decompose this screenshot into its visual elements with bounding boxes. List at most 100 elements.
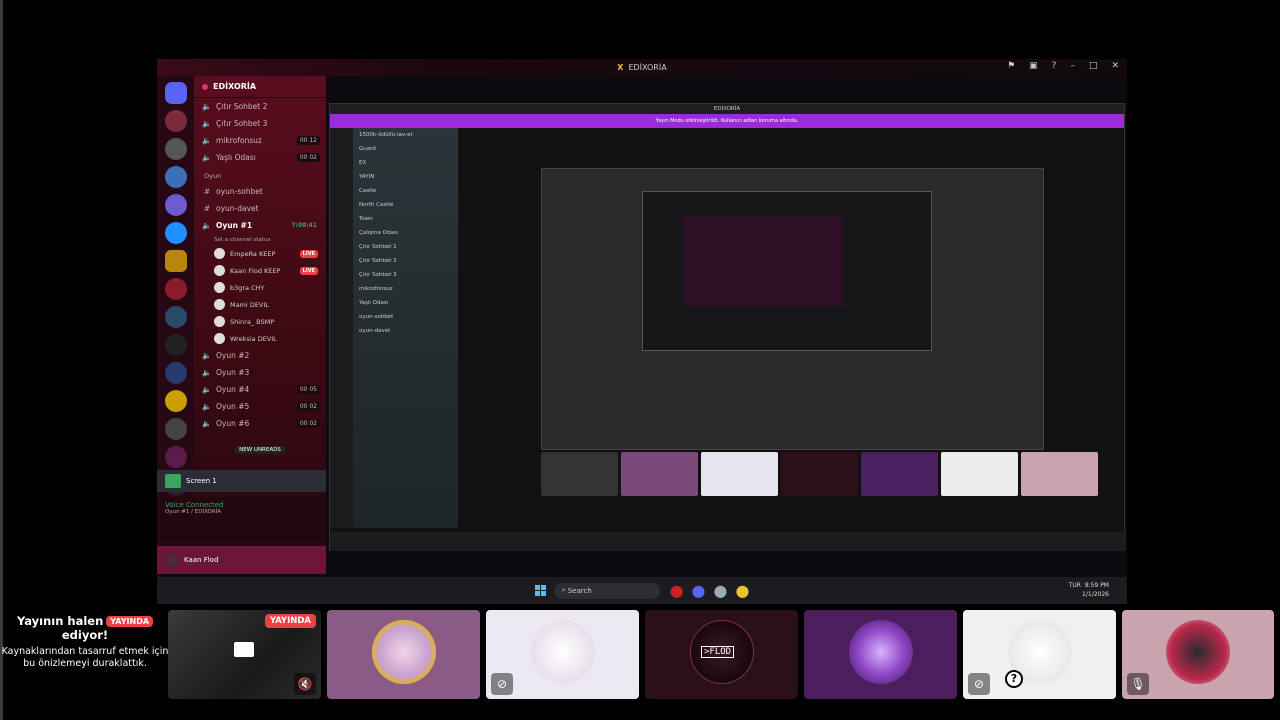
captured-window-title: EDİXORİA	[628, 63, 667, 72]
participant-tile[interactable]	[327, 610, 480, 699]
streamer-mode-banner: Yayın Modu etkinleştirildi. Kullanıcı ad…	[330, 114, 1124, 128]
deeper-stream-view	[642, 191, 932, 351]
user-panel: Kaan Flod	[157, 546, 326, 574]
server-icon	[164, 222, 187, 244]
speaker-icon: 🔈	[202, 136, 212, 145]
inbox-icon: ▣	[1029, 61, 1038, 71]
windows-start-icon	[534, 585, 546, 596]
help-icon: ?	[1051, 61, 1057, 71]
question-mark-icon: ?	[1005, 670, 1023, 688]
hidden-stream-icon[interactable]: ⊘	[968, 673, 990, 695]
taskbar-search: ⌕ Search	[553, 582, 660, 599]
participant-tile-stream[interactable]: YAYINDA 🔇	[168, 610, 321, 699]
discord-home-icon	[164, 82, 187, 104]
speaker-icon: 🔈	[202, 419, 212, 428]
avatar	[531, 620, 595, 684]
screen-icon	[234, 642, 254, 657]
avatar	[214, 282, 225, 293]
flod-logo: >FLOD	[701, 646, 735, 658]
speaker-icon: 🔈	[202, 153, 212, 162]
nested-stream-view	[541, 168, 1044, 450]
server-icon	[164, 306, 187, 328]
speaker-icon: 🔈	[202, 221, 212, 230]
avatar	[214, 333, 225, 344]
voice-channel: 🔈 Çıtır Sohbet 3	[202, 119, 268, 128]
avatar	[214, 265, 225, 276]
new-unreads-pill: NEW UNREADS	[234, 446, 286, 454]
server-icon	[164, 446, 187, 468]
hash-icon: #	[203, 187, 211, 196]
participant-tile[interactable]	[804, 610, 957, 699]
speaker-icon: 🔈	[202, 102, 212, 111]
nested-server-rail	[330, 128, 353, 528]
voice-channel: 🔈 Oyun #5 00 02	[194, 398, 326, 415]
muted-mic-icon[interactable]: 🎙	[1127, 673, 1149, 695]
hash-icon: #	[203, 204, 211, 213]
discord-icon: ●	[691, 581, 706, 600]
voice-channel: 🔈 Oyun #2	[202, 351, 250, 360]
avatar	[165, 553, 179, 567]
maximize-icon: □	[1088, 61, 1098, 71]
steam-icon: ●	[713, 581, 728, 600]
voice-channel: 🔈 Oyun #6 00 02	[194, 415, 326, 432]
voice-channel: 🔈 Oyun #4 00 05	[194, 381, 326, 398]
voice-member: Wreksia DEVIL	[194, 330, 326, 347]
speaker-icon: 🔈	[202, 368, 212, 377]
hidden-stream-icon[interactable]: ⊘	[491, 673, 513, 695]
avatar	[214, 248, 225, 259]
avatar	[1166, 620, 1230, 684]
server-icon	[164, 362, 187, 384]
voice-member: b3gra CHY	[194, 279, 326, 296]
server-icon	[164, 138, 187, 160]
voice-connected-panel: Voice Connected Oyun #1 / EDİXORİA	[157, 497, 326, 542]
nested-taskbar	[330, 532, 1126, 551]
live-badge: YAYINDA	[264, 614, 316, 628]
server-badge-icon	[202, 83, 208, 90]
active-voice-channel: 🔈 Oyun #1 7:08:41	[202, 221, 317, 230]
text-channel: # oyun-sohbet	[203, 187, 263, 196]
folder-icon	[164, 250, 187, 272]
paused-preview-notice: Yayının halen YAYINDA ediyor! Kaynakların…	[0, 610, 170, 702]
speaker-icon: 🔈	[202, 119, 212, 128]
nested-stream: EDİXORİA Yayın Modu etkinleştirildi. Kul…	[329, 103, 1126, 551]
participant-tile[interactable]: ⊘	[486, 610, 639, 699]
voice-channel: 🔈 mikrofonsuz 00 12	[194, 132, 326, 149]
server-icon	[164, 110, 187, 132]
participant-tile[interactable]: 🎙	[1122, 610, 1274, 699]
notice-line-2: ediyor!	[61, 628, 109, 642]
screen: X EDİXORİA ⚑ ▣ ? – □ ✕ EDİXORİA 🔈 Çıtır …	[0, 0, 1280, 720]
notice-line-3: Kaynaklarından tasarruf etmek için bu ön…	[1, 646, 169, 669]
voice-member: Shinra_ BSMP	[194, 313, 326, 330]
close-icon: ✕	[1111, 61, 1119, 71]
channel-status: Set a channel status	[214, 236, 271, 243]
captured-taskbar: ⌕ Search ● ● ● ● TUR 8:59 PM 1/1/2026	[157, 577, 1127, 604]
system-clock: TUR 8:59 PM 1/1/2026	[1068, 582, 1109, 598]
server-icon	[164, 194, 187, 216]
server-icon	[164, 166, 187, 188]
screen-share-icon	[165, 474, 181, 488]
nested-thumbnails	[541, 452, 1098, 496]
speaker-icon: 🔈	[202, 385, 212, 394]
nested-titlebar: EDİXORİA	[330, 104, 1124, 114]
server-icon	[164, 334, 187, 356]
server-name: EDİXORİA	[213, 82, 257, 91]
minimize-icon: –	[1070, 61, 1075, 71]
participant-tile[interactable]: ⊘ ?	[963, 610, 1116, 699]
captured-titlebar: X EDİXORİA ⚑ ▣ ? – □ ✕	[157, 59, 1127, 76]
deepest-stream-view	[683, 216, 843, 306]
stream-view[interactable]: X EDİXORİA ⚑ ▣ ? – □ ✕ EDİXORİA 🔈 Çıtır …	[157, 59, 1127, 604]
voice-channel: 🔈 Oyun #3	[202, 368, 250, 377]
speaker-icon: 🔈	[202, 351, 212, 360]
muted-speaker-icon[interactable]: 🔇	[294, 673, 316, 695]
speaker-icon: 🔈	[202, 402, 212, 411]
voice-channel: 🔈 Çıtır Sohbet 2	[202, 102, 268, 111]
voice-member: Mami DEVIL	[194, 296, 326, 313]
app-icon: ●	[735, 581, 750, 600]
voice-member: Kaan Flod KEEP LIVE	[194, 262, 326, 279]
flag-icon: ⚑	[1007, 61, 1016, 71]
avatar	[849, 620, 913, 684]
participant-tile[interactable]: >FLOD	[645, 610, 798, 699]
live-badge: YAYINDA	[106, 616, 154, 627]
voice-channel: 🔈 Yaşlı Odası 00 02	[194, 149, 326, 166]
avatar	[214, 316, 225, 327]
